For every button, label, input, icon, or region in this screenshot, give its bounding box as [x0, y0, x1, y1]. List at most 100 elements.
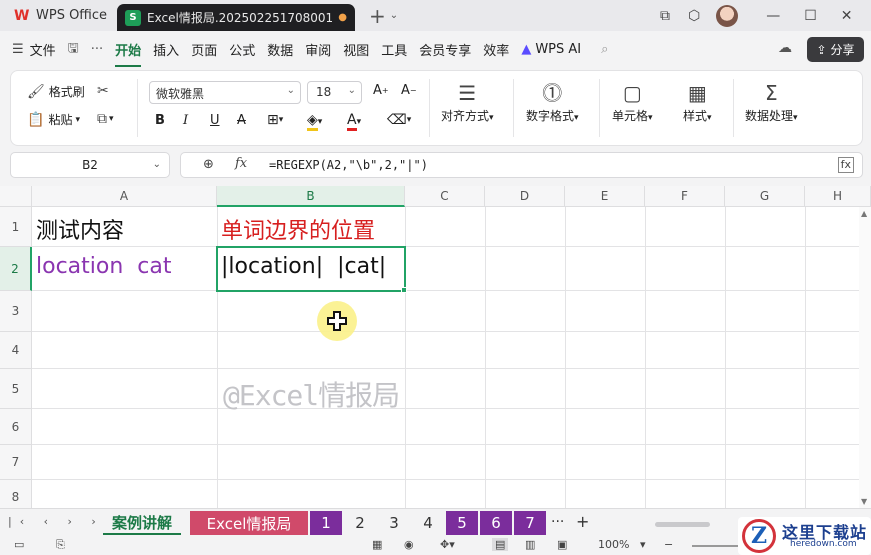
- row-header-5[interactable]: 5: [0, 369, 32, 409]
- strikethrough-button[interactable]: A: [237, 113, 246, 128]
- zoom-dropdown-icon[interactable]: ▾: [640, 538, 646, 551]
- formula-input[interactable]: ⊕ fx =REGEXP(A2,"\b",2,"|") fx: [180, 152, 863, 178]
- search-icon[interactable]: ⌕: [595, 42, 614, 57]
- app-home-tab[interactable]: W WPS Office: [0, 0, 117, 31]
- sheet-tab-1[interactable]: Excel情报局: [190, 511, 308, 535]
- row-header-3[interactable]: 3: [0, 291, 32, 332]
- document-tab[interactable]: S Excel情报局.202502251708001 ●: [117, 4, 356, 31]
- more-sheets-button[interactable]: ···: [551, 514, 564, 530]
- sheet-tab-3[interactable]: 2: [344, 511, 376, 535]
- decrease-font-button[interactable]: A −: [401, 83, 417, 98]
- column-header-b[interactable]: B: [217, 186, 405, 207]
- fill-color-button[interactable]: ◈ ▾: [307, 112, 322, 131]
- column-header-d[interactable]: D: [485, 186, 565, 207]
- font-name-select[interactable]: 微软雅黑 ⌄: [149, 81, 301, 104]
- share-button[interactable]: ⇪ 分享: [807, 37, 864, 62]
- row-header-4[interactable]: 4: [0, 332, 32, 369]
- select-all-corner[interactable]: [0, 186, 32, 207]
- paste-button[interactable]: 📋 粘贴 ▾: [27, 111, 80, 128]
- sheet-tab-6[interactable]: 5: [446, 511, 478, 535]
- format-painter-button[interactable]: 🖌 格式刷: [27, 83, 85, 100]
- sheet-nav-arrows[interactable]: |‹ ‹ › ›|: [8, 515, 116, 528]
- sheet-tab-7[interactable]: 6: [480, 511, 512, 535]
- italic-button[interactable]: I: [183, 113, 188, 128]
- column-header-c[interactable]: C: [405, 186, 485, 207]
- bold-button[interactable]: B: [155, 113, 165, 128]
- tab-list-dropdown[interactable]: ⌄: [390, 10, 398, 21]
- navigate-icon[interactable]: ✥▾: [440, 538, 455, 551]
- sheet-tab-4[interactable]: 3: [378, 511, 410, 535]
- menu-view[interactable]: 视图: [337, 40, 375, 59]
- row-header-8[interactable]: 8: [0, 480, 32, 508]
- zoom-out-icon[interactable]: −: [664, 538, 673, 551]
- spreadsheet-grid[interactable]: A B C D E F G H 1 2 3 4 5 6 7 8 测试内容 单词边…: [0, 186, 871, 508]
- minimize-icon[interactable]: —: [766, 8, 780, 24]
- eye-icon[interactable]: ◉: [404, 538, 414, 551]
- layout-icon[interactable]: ▦: [372, 538, 382, 551]
- close-icon[interactable]: ✕: [841, 8, 853, 24]
- row-header-7[interactable]: 7: [0, 445, 32, 480]
- data-processing-button[interactable]: Σ 数据处理▾: [745, 79, 798, 124]
- maximize-icon[interactable]: ☐: [804, 8, 817, 24]
- sheet-tab-2[interactable]: 1: [310, 511, 342, 535]
- cube-icon[interactable]: ⬡: [688, 8, 700, 24]
- cell-mode-icon[interactable]: ▭: [14, 538, 24, 551]
- normal-view-icon[interactable]: ▤: [492, 538, 509, 551]
- row-header-1[interactable]: 1: [0, 207, 32, 247]
- scroll-down-icon[interactable]: ▼: [861, 497, 867, 506]
- sheet-tab-5[interactable]: 4: [412, 511, 444, 535]
- cell-a1[interactable]: 测试内容: [36, 213, 124, 245]
- column-header-e[interactable]: E: [565, 186, 645, 207]
- cell-a2[interactable]: location cat: [36, 254, 171, 279]
- menu-tools[interactable]: 工具: [375, 40, 413, 59]
- menu-file[interactable]: 文件: [24, 40, 62, 59]
- save-icon[interactable]: 🖫: [62, 39, 85, 61]
- menu-efficiency[interactable]: 效率: [477, 40, 515, 59]
- row-header-6[interactable]: 6: [0, 409, 32, 445]
- underline-button[interactable]: U: [210, 113, 220, 128]
- borders-button[interactable]: ⊞ ▾: [267, 112, 283, 128]
- menu-page[interactable]: 页面: [185, 40, 223, 59]
- row-header-2[interactable]: 2: [0, 247, 32, 291]
- font-size-select[interactable]: 18 ⌄: [307, 81, 362, 104]
- menu-review[interactable]: 审阅: [299, 40, 337, 59]
- expand-formula-icon[interactable]: fx: [837, 157, 854, 173]
- avatar[interactable]: [716, 4, 739, 27]
- macro-icon[interactable]: ⎘: [56, 538, 65, 552]
- new-tab-button[interactable]: +: [369, 4, 386, 28]
- fx-icon[interactable]: fx: [235, 156, 247, 171]
- column-header-h[interactable]: H: [805, 186, 871, 207]
- alignment-button[interactable]: ☰ 对齐方式▾: [441, 79, 494, 124]
- restore-tabs-icon[interactable]: ⧉: [660, 8, 670, 24]
- scroll-up-icon[interactable]: ▲: [861, 209, 867, 218]
- column-header-f[interactable]: F: [645, 186, 725, 207]
- menu-insert[interactable]: 插入: [147, 40, 185, 59]
- zoom-level[interactable]: 100%: [598, 538, 629, 551]
- increase-font-button[interactable]: A +: [373, 83, 389, 98]
- clear-button[interactable]: ⌫ ▾: [387, 112, 411, 128]
- styles-button[interactable]: ▦ 样式▾: [683, 79, 712, 124]
- add-sheet-button[interactable]: +: [576, 512, 589, 531]
- menu-home[interactable]: 开始: [109, 40, 147, 67]
- sheet-tab-8[interactable]: 7: [514, 511, 546, 535]
- cloud-icon[interactable]: ☁: [778, 40, 792, 56]
- menu-formulas[interactable]: 公式: [223, 40, 261, 59]
- sheet-tab-0[interactable]: 案例讲解: [103, 511, 181, 535]
- horizontal-scrollbar[interactable]: [655, 522, 710, 527]
- hamburger-icon[interactable]: ☰: [12, 42, 24, 57]
- column-header-g[interactable]: G: [725, 186, 805, 207]
- cells-button[interactable]: ▢ 单元格▾: [612, 79, 653, 124]
- menu-member[interactable]: 会员专享: [413, 40, 477, 59]
- cell-b1[interactable]: 单词边界的位置: [221, 213, 375, 245]
- cut-button[interactable]: ✂: [97, 83, 109, 99]
- number-format-button[interactable]: ⓵ 数字格式▾: [526, 79, 579, 124]
- page-break-view-icon[interactable]: ▣: [557, 538, 567, 551]
- more-icon[interactable]: ···: [85, 42, 109, 57]
- fill-handle[interactable]: [401, 287, 407, 293]
- name-box[interactable]: B2 ⌄: [10, 152, 170, 178]
- wps-ai-button[interactable]: ▲ WPS AI: [515, 42, 587, 57]
- column-header-a[interactable]: A: [32, 186, 217, 207]
- menu-data[interactable]: 数据: [261, 40, 299, 59]
- font-color-button[interactable]: A ▾: [347, 112, 361, 131]
- page-layout-view-icon[interactable]: ▥: [525, 538, 535, 551]
